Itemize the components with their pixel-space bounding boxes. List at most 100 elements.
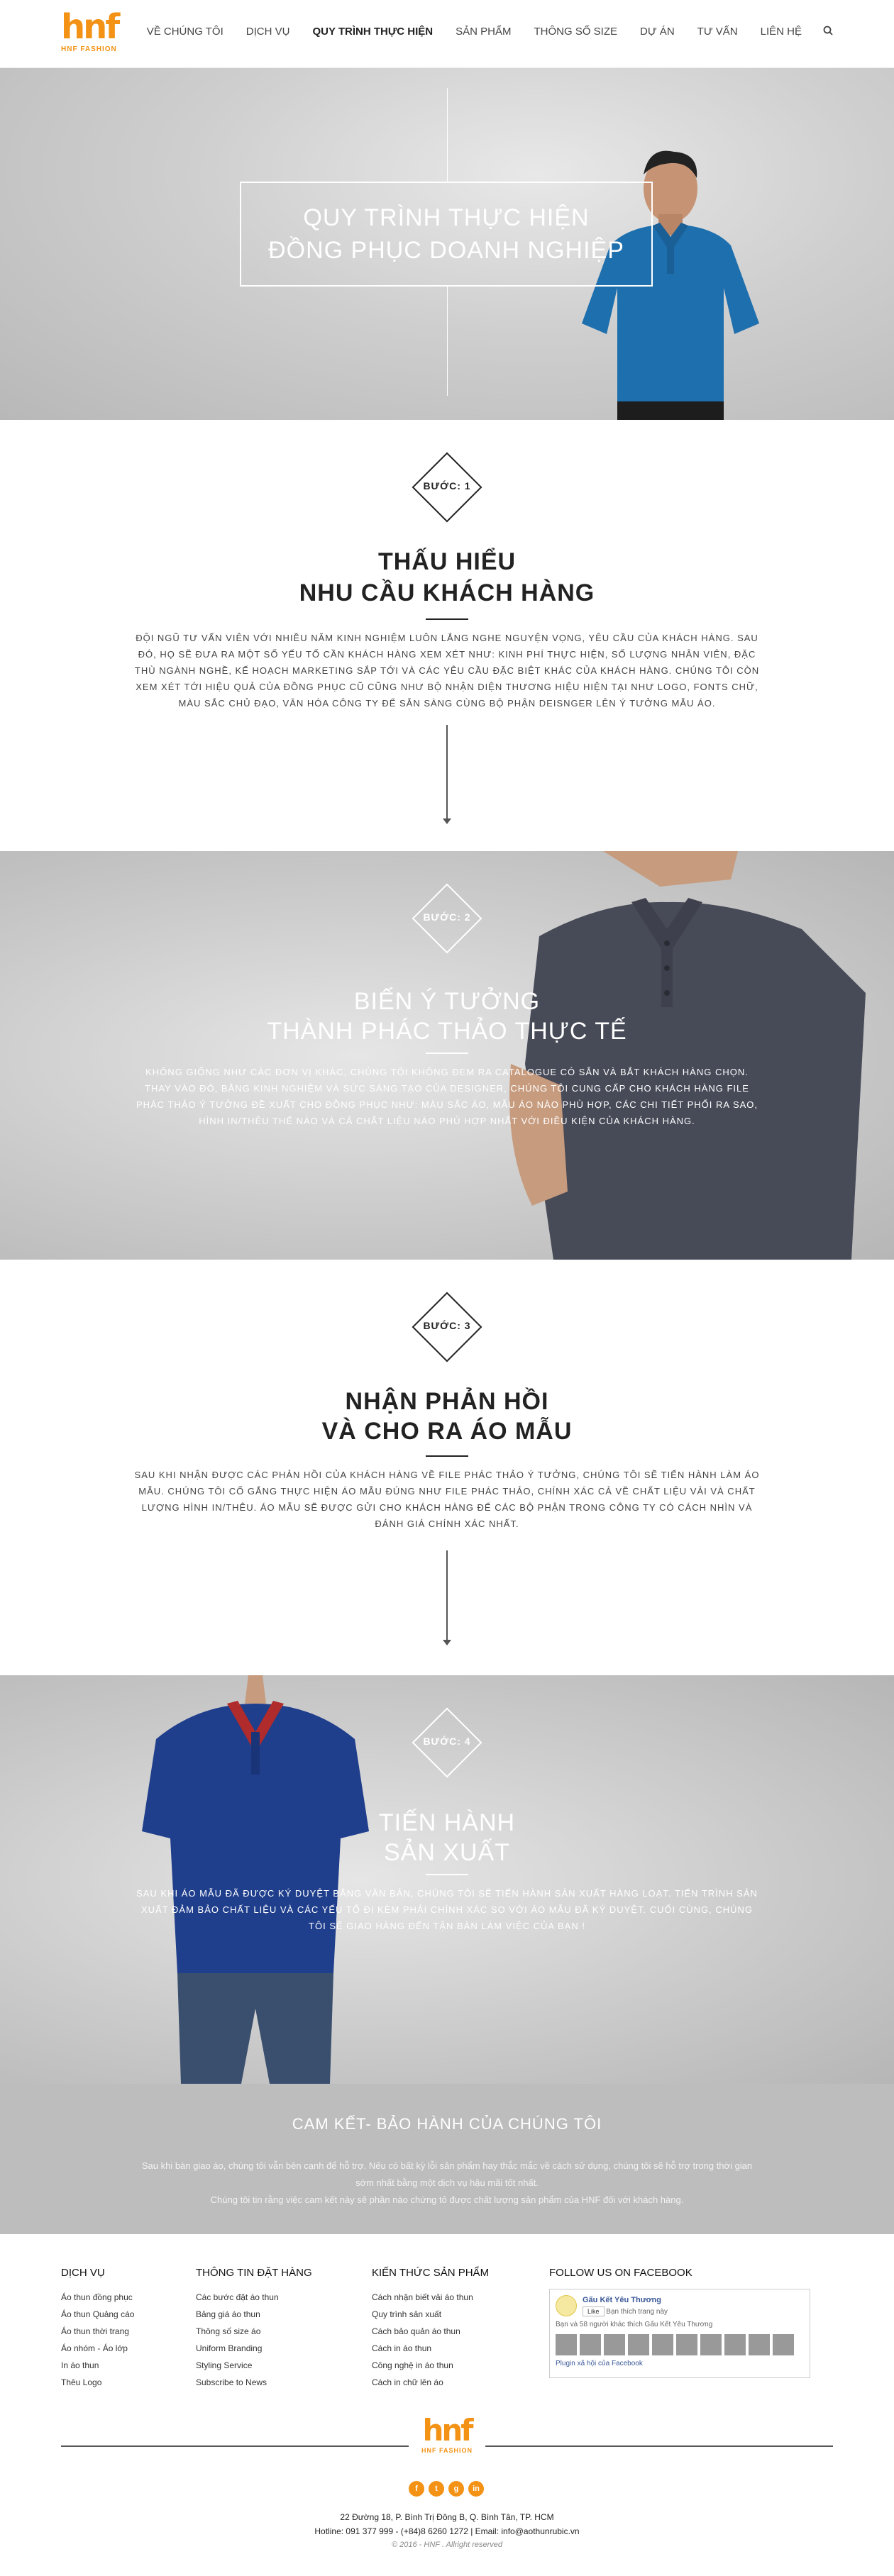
step-2-model-image [509,851,866,1260]
footer-logo[interactable]: hnf HNF FASHION [413,2416,481,2454]
footer-link[interactable]: Cách nhận biết vải áo thun [372,2289,489,2306]
footer-col-order-title: THÔNG TIN ĐẶT HÀNG [196,2267,312,2279]
step-4-label: BƯỚC: 4 [423,1736,471,1747]
facebook-plugin-text: Plugin xã hội của Facebook [556,2360,643,2367]
step-3-arrow-head [443,1640,451,1645]
footer-link[interactable]: Styling Service [196,2357,312,2374]
fan-avatar[interactable] [628,2334,649,2355]
facebook-page-name[interactable]: Gấu Kết Yêu Thương [583,2296,668,2304]
step-4-divider [426,1874,468,1875]
footer-link[interactable]: In áo thun [61,2357,134,2374]
step-1-divider [426,618,468,620]
step-3-text: SAU KHI NHẬN ĐƯỢC CÁC PHẢN HỒI CỦA KHÁCH… [134,1470,760,1529]
social-links: f t g in [409,2481,484,2497]
main-nav: VỀ CHÚNG TÔI DỊCH VỤ QUY TRÌNH THỰC HIỆN… [136,26,833,38]
footer-rule-left [61,2445,409,2447]
google-plus-icon[interactable]: g [448,2481,464,2497]
facebook-page-widget[interactable]: Gấu Kết Yêu Thương Like Bạn thích trang … [549,2289,810,2378]
step-3-title-line2: VÀ CHO RA ÁO MẪU [321,1418,573,1445]
footer-logo-mark: hnf [422,2413,473,2448]
step-1-arrow-head [443,818,451,824]
footer-link[interactable]: Uniform Branding [196,2340,312,2357]
footer-link[interactable]: Áo thun đồng phục [61,2289,134,2306]
nav-process[interactable]: QUY TRÌNH THỰC HIỆN [301,26,444,38]
footer-link[interactable]: Cách bảo quản áo thun [372,2323,489,2340]
step-3-title-line1: NHẬN PHẢN HỒI [345,1388,549,1415]
fan-avatar[interactable] [676,2334,697,2355]
footer-link[interactable]: Thông số size áo [196,2323,312,2340]
site-footer: DỊCH VỤ Áo thun đồng phục Áo thun Quảng … [0,2234,894,2576]
footer-col-facebook: FOLLOW US ON FACEBOOK Gấu Kết Yêu Thương… [549,2267,810,2378]
facebook-like-button[interactable]: Like [583,2306,605,2316]
step-2-title-line1: BIẾN Ý TƯỞNG [353,988,541,1015]
commitment-section: CAM KẾT- BẢO HÀNH CỦA CHÚNG TÔI Sau khi … [0,2084,894,2234]
footer-copyright: © 2016 - HNF . Allright reserved [391,2541,503,2549]
nav-about[interactable]: VỀ CHÚNG TÔI [136,26,235,38]
step-1-label: BƯỚC: 1 [423,480,471,492]
nav-contact[interactable]: LIÊN HỆ [749,26,813,38]
footer-col-services-title: DỊCH VỤ [61,2267,105,2279]
footer-col-services: DỊCH VỤ Áo thun đồng phục Áo thun Quảng … [61,2267,134,2391]
step-1-arrow-line [446,725,448,820]
facebook-like-status: Bạn thích trang này [606,2307,668,2316]
footer-link[interactable]: Bảng giá áo thun [196,2306,312,2323]
fan-avatar[interactable] [724,2334,746,2355]
hero-banner: QUY TRÌNH THỰC HIỆN ĐỒNG PHỤC DOANH NGHI… [0,68,894,420]
footer-link[interactable]: Thêu Logo [61,2374,134,2391]
step-1-section: BƯỚC: 1 THẤU HIỂU NHU CẦU KHÁCH HÀNG ĐỘI… [0,420,894,851]
nav-advice[interactable]: TƯ VẤN [686,26,749,38]
step-2-text: KHÔNG GIỐNG NHƯ CÁC ĐƠN VỊ KHÁC, CHÚNG T… [136,1067,758,1126]
step-4-text: SAU KHI ÁO MẪU ĐÃ ĐƯỢC KÝ DUYỆT BẰNG VĂN… [136,1888,758,1931]
footer-link[interactable]: Áo nhóm - Áo lớp [61,2340,134,2357]
footer-logo-subtitle: HNF FASHION [421,2447,473,2454]
footer-link[interactable]: Cách in chữ lên áo [372,2374,489,2391]
commitment-line-1: Sau khi bàn giao áo, chúng tôi vẫn bên c… [141,2160,753,2188]
fan-avatar[interactable] [749,2334,770,2355]
step-4-title-line1: TIẾN HÀNH [378,1809,516,1836]
facebook-fan-faces [556,2334,804,2355]
twitter-icon[interactable]: t [429,2481,444,2497]
nav-size[interactable]: THÔNG SỐ SIZE [522,26,629,38]
footer-link[interactable]: Subscribe to News [196,2374,312,2391]
nav-projects[interactable]: DỰ ÁN [629,26,686,38]
fan-avatar[interactable] [700,2334,722,2355]
step-2-section: BƯỚC: 2 BIẾN Ý TƯỞNG THÀNH PHÁC THẢO THỰ… [0,851,894,1260]
commitment-title: CAM KẾT- BẢO HÀNH CỦA CHÚNG TÔI [292,2115,602,2133]
hero-title-line1: QUY TRÌNH THỰC HIỆN [303,204,590,231]
fan-avatar[interactable] [652,2334,673,2355]
fan-avatar[interactable] [773,2334,794,2355]
logo-mark: hnf [61,7,120,47]
step-4-title-line2: SẢN XUẤT [383,1839,511,1866]
footer-col-order: THÔNG TIN ĐẶT HÀNG Các bước đặt áo thun … [196,2267,312,2391]
footer-link[interactable]: Công nghệ in áo thun [372,2357,489,2374]
brand-logo[interactable]: hnf HNF FASHION [61,10,129,60]
footer-col-knowledge-title: KIẾN THỨC SẢN PHẨM [372,2267,490,2279]
step-3-arrow-line [446,1550,448,1641]
logo-subtitle: HNF FASHION [61,45,117,53]
step-3-section: BƯỚC: 3 NHẬN PHẢN HỒI VÀ CHO RA ÁO MẪU S… [0,1260,894,1675]
footer-link[interactable]: Áo thun Quảng cáo [61,2306,134,2323]
commitment-text: Sau khi bàn giao áo, chúng tôi vẫn bên c… [135,2158,759,2209]
hero-title-line2: ĐỒNG PHỤC DOANH NGHIỆP [268,237,624,264]
footer-link[interactable]: Các bước đặt áo thun [196,2289,312,2306]
footer-link[interactable]: Cách in áo thun [372,2340,489,2357]
nav-services[interactable]: DỊCH VỤ [235,26,302,38]
step-2-diamond: BƯỚC: 2 [412,883,482,954]
footer-link[interactable]: Áo thun thời trang [61,2323,134,2340]
fan-avatar[interactable] [580,2334,601,2355]
footer-hotline: Hotline: 091 377 999 - (+84)8 6260 1272 … [314,2526,580,2536]
hero-title-box: QUY TRÌNH THỰC HIỆN ĐỒNG PHỤC DOANH NGHI… [240,182,653,287]
hero-line-top [447,88,448,182]
fan-avatar[interactable] [556,2334,577,2355]
search-icon[interactable] [813,26,833,38]
nav-products[interactable]: SẢN PHẨM [444,26,522,38]
fan-avatar[interactable] [604,2334,625,2355]
footer-link[interactable]: Quy trình sản xuất [372,2306,489,2323]
hero-line-bottom [447,287,448,396]
step-3-divider [426,1455,468,1457]
linkedin-icon[interactable]: in [468,2481,484,2497]
facebook-icon[interactable]: f [409,2481,424,2497]
step-2-label: BƯỚC: 2 [423,911,471,923]
step-1-title-line1: THẤU HIỂU [377,548,517,575]
step-1-title-line2: NHU CẦU KHÁCH HÀNG [299,579,595,606]
